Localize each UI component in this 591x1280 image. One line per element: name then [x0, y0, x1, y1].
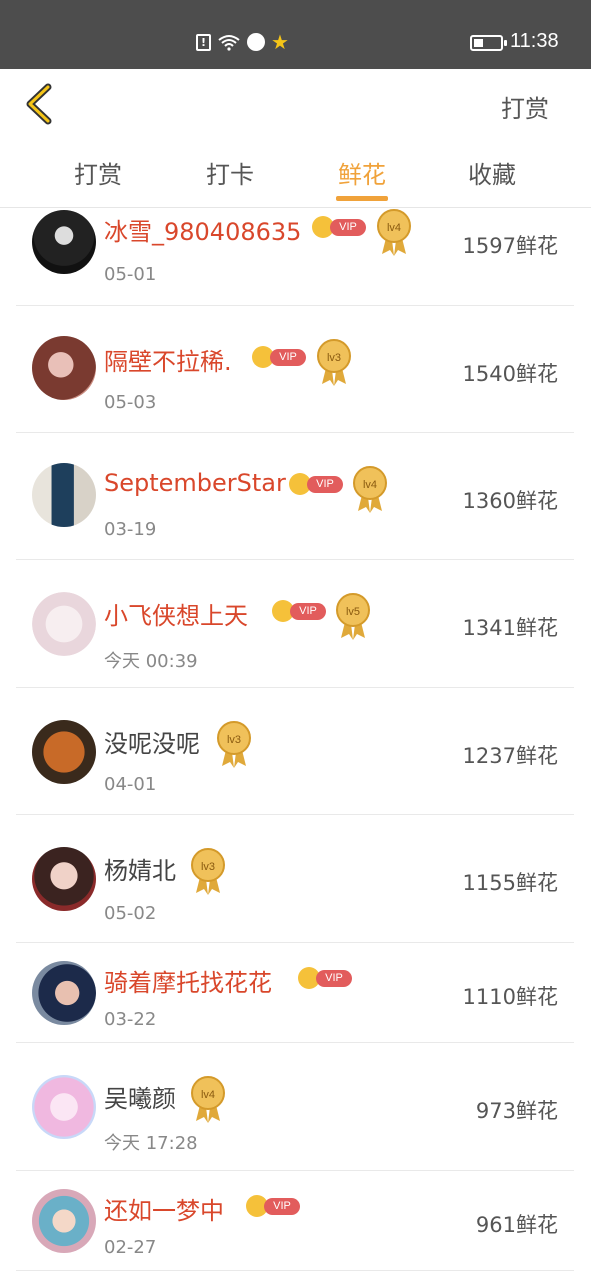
- date: 05-03: [104, 392, 157, 413]
- tab-bar: 打赏 打卡 鲜花 收藏: [0, 155, 591, 203]
- tab-flowers[interactable]: 鲜花: [322, 155, 402, 190]
- level-medal-icon: lv3: [317, 339, 351, 386]
- user-name[interactable]: 还如一梦中: [104, 1191, 224, 1226]
- list-item[interactable]: 还如一梦中 VIP 02-27 961鲜花: [16, 1171, 574, 1271]
- user-name[interactable]: 没呢没呢: [104, 724, 200, 759]
- chevron-left-icon: [26, 83, 52, 125]
- back-button[interactable]: [22, 83, 58, 125]
- status-bar: ! ★ 11:38: [0, 0, 591, 69]
- level-medal-icon: lv4: [191, 1076, 225, 1123]
- header: 打赏 打赏 打卡 鲜花 收藏: [0, 69, 591, 208]
- svg-text:lv4: lv4: [201, 1089, 215, 1101]
- status-icons: ! ★: [196, 30, 289, 54]
- date: 今天 00:39: [104, 651, 198, 672]
- vip-badge: VIP: [298, 967, 352, 989]
- flower-count: 1110鲜花: [462, 985, 558, 1009]
- svg-text:lv4: lv4: [363, 479, 377, 491]
- avatar[interactable]: [32, 463, 96, 527]
- date: 02-27: [104, 1237, 157, 1258]
- tab-active-indicator: [336, 196, 388, 201]
- list-item[interactable]: 没呢没呢 lv3 04-01 1237鲜花: [16, 688, 574, 815]
- avatar[interactable]: [32, 847, 96, 911]
- tab-reward[interactable]: 打赏: [58, 155, 138, 190]
- level-medal-icon: lv4: [353, 466, 387, 513]
- avatar[interactable]: [32, 1189, 96, 1253]
- svg-text:lv5: lv5: [346, 606, 360, 618]
- date: 05-02: [104, 903, 157, 924]
- avatar[interactable]: [32, 336, 96, 400]
- list-item[interactable]: 冰雪_980408635 VIP lv4 05-01 1597鲜花: [16, 208, 574, 306]
- flower-count: 1360鲜花: [462, 489, 558, 513]
- svg-text:lv3: lv3: [201, 861, 215, 873]
- user-name[interactable]: 冰雪_980408635: [104, 212, 301, 247]
- svg-text:lv3: lv3: [227, 734, 241, 746]
- date: 今天 17:28: [104, 1133, 198, 1154]
- date: 04-01: [104, 774, 157, 795]
- list-item[interactable]: 骑着摩托找花花 VIP 03-22 1110鲜花: [16, 943, 574, 1043]
- user-name[interactable]: 骑着摩托找花花: [104, 963, 272, 998]
- reward-button[interactable]: 打赏: [501, 89, 549, 124]
- user-name[interactable]: 隔壁不拉稀.: [104, 342, 232, 377]
- user-name[interactable]: 小飞侠想上天: [104, 596, 248, 631]
- avatar[interactable]: [32, 592, 96, 656]
- user-name[interactable]: SeptemberStar: [104, 469, 286, 497]
- avatar[interactable]: [32, 961, 96, 1025]
- vip-badge: VIP: [312, 216, 366, 238]
- flower-count: 1597鲜花: [462, 234, 558, 258]
- tab-checkin[interactable]: 打卡: [190, 155, 270, 190]
- level-medal-icon: lv3: [217, 721, 251, 768]
- battery-icon: [470, 35, 507, 51]
- vip-badge: VIP: [272, 600, 326, 622]
- flower-count: 1155鲜花: [462, 871, 558, 895]
- avatar[interactable]: [32, 720, 96, 784]
- list-item[interactable]: 吴曦颜 lv4 今天 17:28 973鲜花: [16, 1043, 574, 1171]
- flower-count: 1540鲜花: [462, 362, 558, 386]
- browser-icon: [247, 33, 265, 51]
- date: 05-01: [104, 264, 157, 285]
- clock: 11:38: [510, 30, 559, 52]
- vip-badge: VIP: [289, 473, 343, 495]
- user-name[interactable]: 吴曦颜: [104, 1079, 176, 1114]
- date: 03-22: [104, 1009, 157, 1030]
- star-icon: ★: [271, 30, 289, 54]
- list-item[interactable]: SeptemberStar VIP lv4 03-19 1360鲜花: [16, 433, 574, 560]
- avatar[interactable]: [32, 1075, 96, 1139]
- flower-count: 961鲜花: [475, 1213, 558, 1237]
- wifi-icon: [217, 33, 241, 51]
- level-medal-icon: lv3: [191, 848, 225, 895]
- date: 03-19: [104, 519, 157, 540]
- level-medal-icon: lv5: [336, 593, 370, 640]
- list-item[interactable]: 隔壁不拉稀. VIP lv3 05-03 1540鲜花: [16, 306, 574, 433]
- level-medal-icon: lv4: [377, 209, 411, 256]
- svg-text:lv3: lv3: [327, 352, 341, 364]
- flower-count: 1237鲜花: [462, 744, 558, 768]
- avatar[interactable]: [32, 210, 96, 274]
- vip-badge: VIP: [252, 346, 306, 368]
- flower-count: 973鲜花: [475, 1099, 558, 1123]
- tab-favorites[interactable]: 收藏: [452, 155, 532, 190]
- flower-count: 1341鲜花: [462, 616, 558, 640]
- svg-text:lv4: lv4: [387, 222, 401, 234]
- list-item[interactable]: 杨婧北 lv3 05-02 1155鲜花: [16, 815, 574, 943]
- list-item[interactable]: 小飞侠想上天 VIP lv5 今天 00:39 1341鲜花: [16, 560, 574, 688]
- vip-badge: VIP: [246, 1195, 300, 1217]
- notification-icon: !: [196, 33, 211, 51]
- user-name[interactable]: 杨婧北: [104, 851, 176, 886]
